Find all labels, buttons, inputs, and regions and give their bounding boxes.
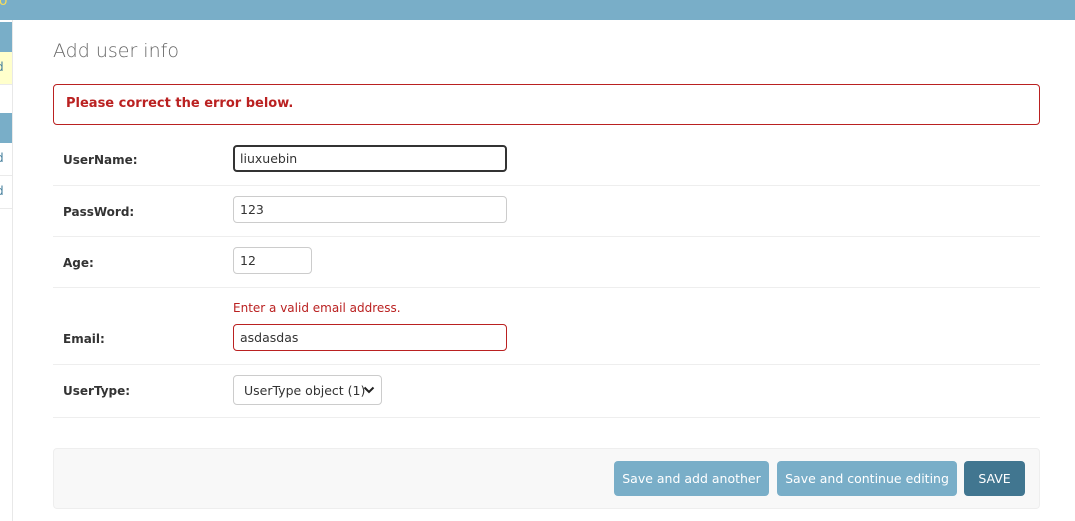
sidebar-item[interactable]: d: [0, 143, 12, 176]
form-row-username: UserName:: [53, 135, 1040, 186]
sidebar-item-label: d: [0, 60, 4, 74]
form-row-email: Enter a valid email address. Email:: [53, 288, 1040, 365]
password-label: PassWord:: [63, 205, 135, 219]
form-row-password: PassWord:: [53, 186, 1040, 237]
sidebar-module-header: [0, 113, 12, 143]
form-row-age: Age:: [53, 237, 1040, 288]
usertype-selected-value: UserType object (1): [244, 383, 366, 398]
top-header-bar: fo: [0, 0, 1075, 20]
password-input[interactable]: [233, 196, 507, 223]
sidebar-item-active[interactable]: d: [0, 52, 12, 85]
save-and-add-another-button[interactable]: Save and add another: [614, 461, 769, 496]
email-input[interactable]: [233, 324, 507, 351]
email-label: Email:: [63, 332, 105, 346]
error-note-text: Please correct the error below.: [66, 96, 294, 111]
usertype-label: UserType:: [63, 384, 131, 398]
sidebar-module-header: [0, 22, 12, 52]
site-title-fragment: fo: [0, 0, 8, 9]
sidebar-item-label: d: [0, 151, 4, 165]
age-label: Age:: [63, 256, 94, 270]
username-input[interactable]: [233, 145, 507, 172]
save-and-continue-button[interactable]: Save and continue editing: [777, 461, 957, 496]
usertype-select[interactable]: UserType object (1): [233, 375, 382, 405]
save-button[interactable]: SAVE: [964, 461, 1025, 496]
error-note: Please correct the error below.: [53, 84, 1040, 125]
form-row-usertype: UserType: UserType object (1): [53, 365, 1040, 418]
sidebar-item[interactable]: d: [0, 176, 12, 209]
username-label: UserName:: [63, 153, 138, 167]
submit-row: Save and add another Save and continue e…: [53, 448, 1040, 509]
age-input[interactable]: [233, 247, 312, 274]
sidebar-item-label: d: [0, 184, 4, 198]
email-error-message: Enter a valid email address.: [233, 301, 401, 315]
chevron-down-icon: [363, 386, 375, 394]
sidebar: d d d: [0, 20, 13, 521]
page-title: Add user info: [53, 40, 179, 62]
